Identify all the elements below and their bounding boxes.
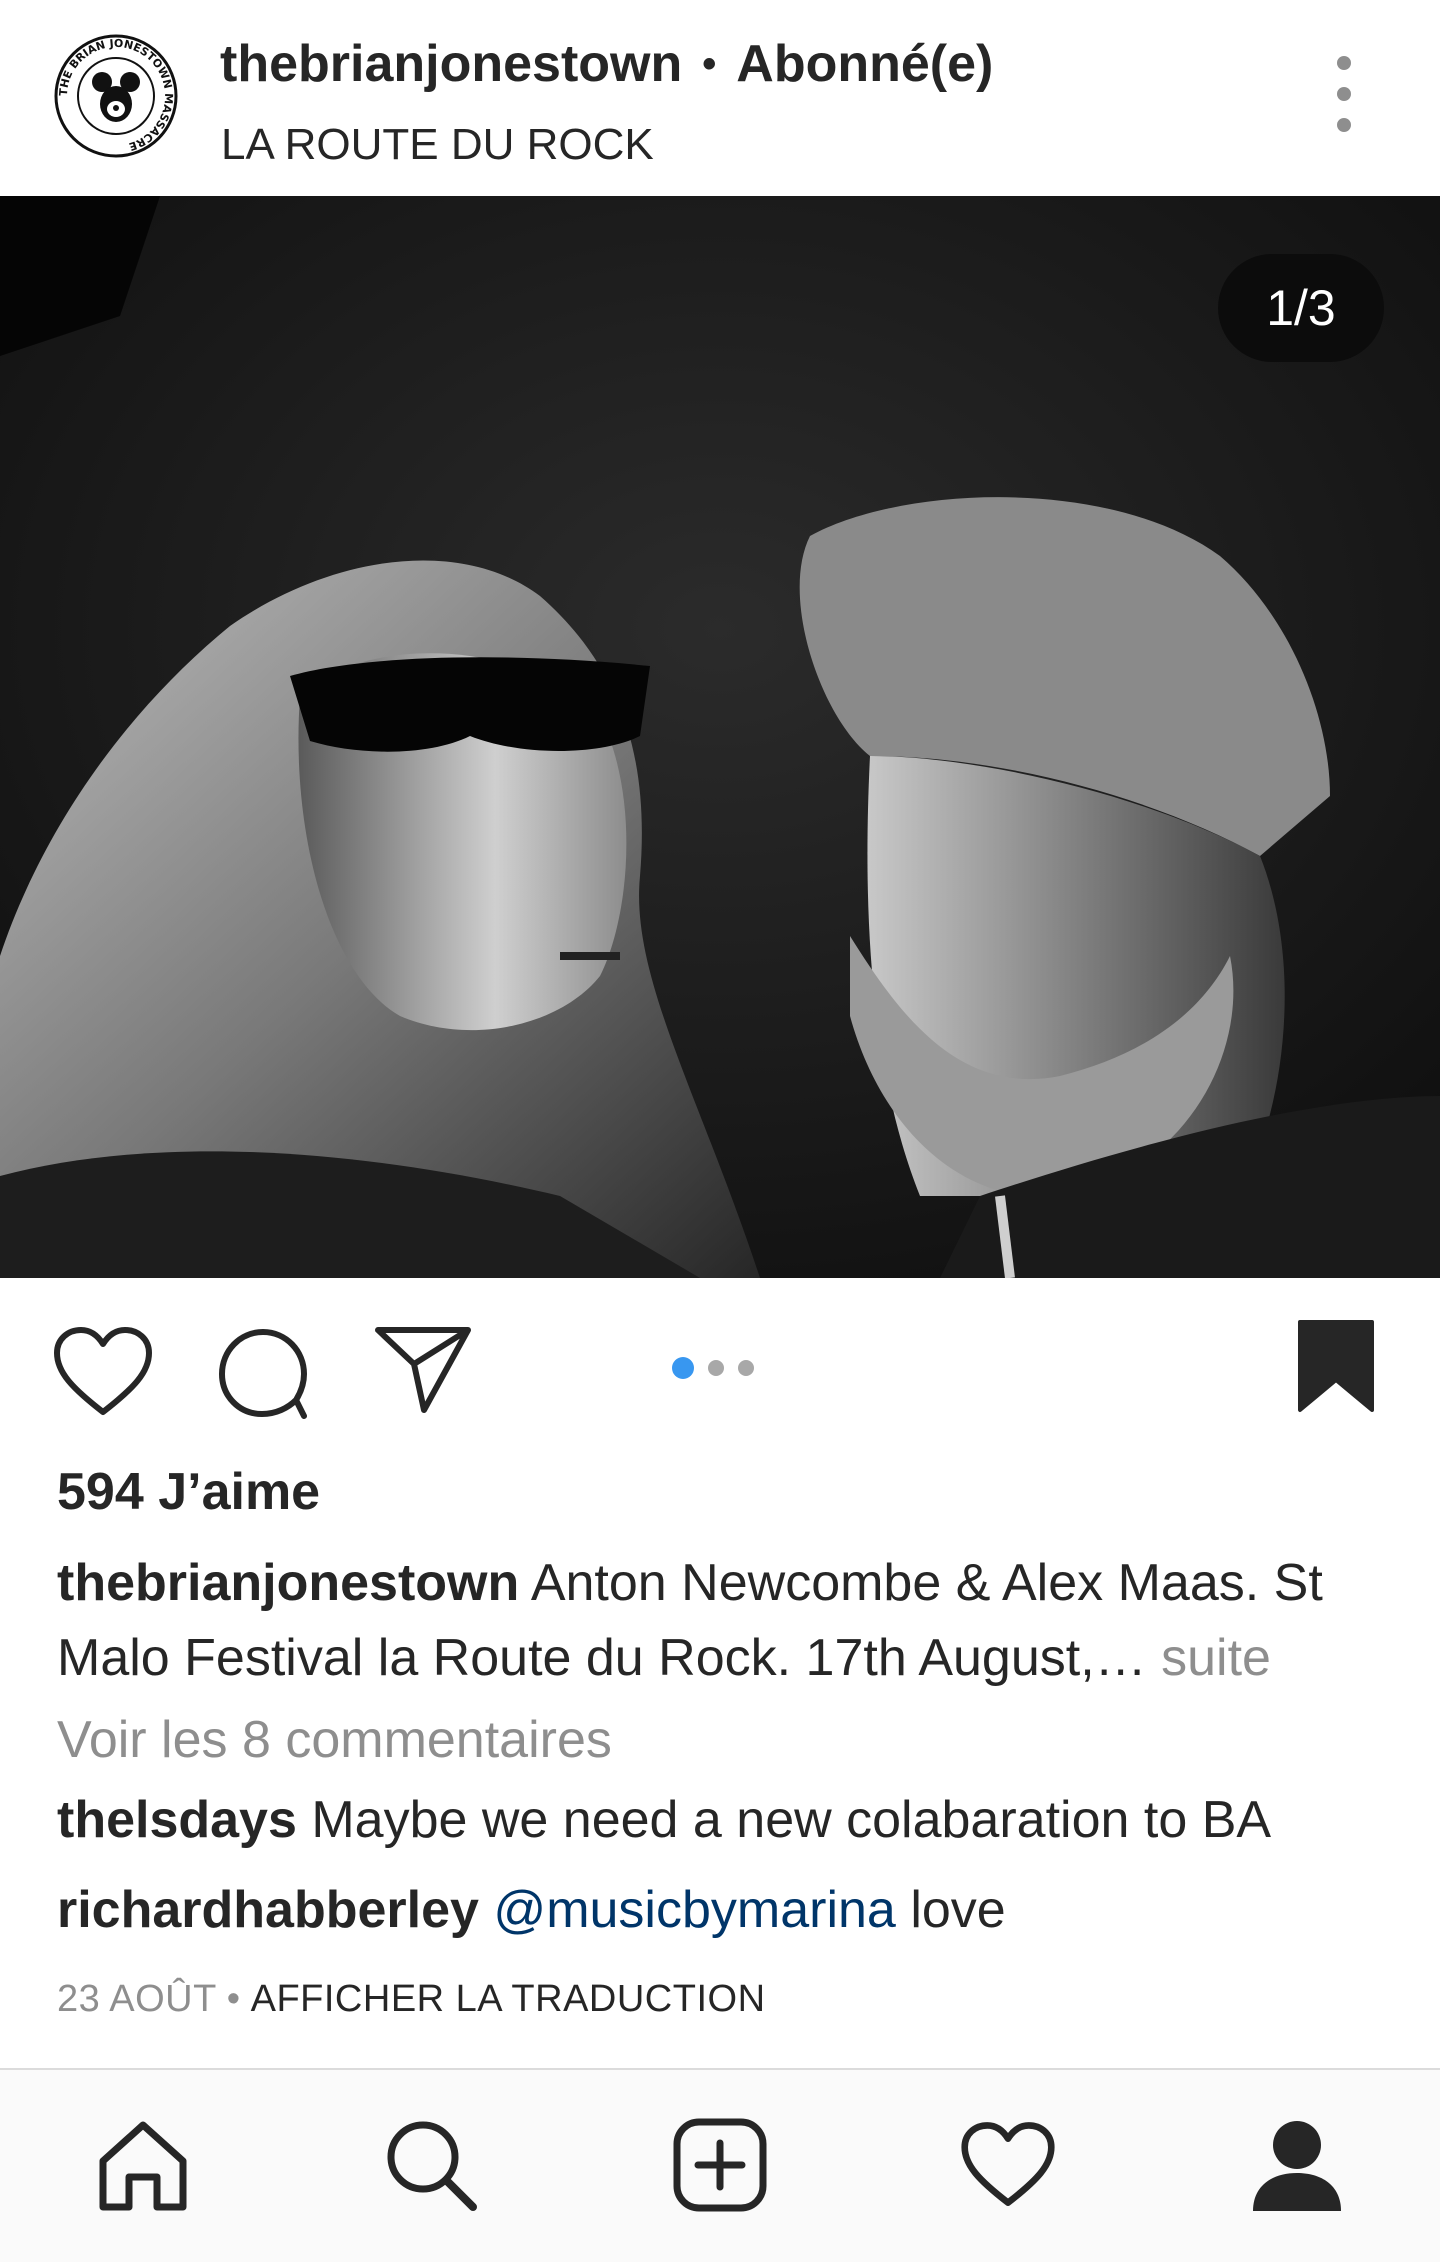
header-separator: • [702,41,717,86]
post-meta: 23 AOÛT • AFFICHER LA TRADUCTION [57,1978,766,2021]
search-icon [387,2121,477,2211]
post-photo[interactable] [0,196,1440,1278]
heart-icon[interactable] [52,1326,154,1418]
comment-text: love [910,1881,1006,1939]
post-header: THE BRIAN JONESTOWN MASSACRE thebrianjon… [0,0,1440,196]
nav-profile[interactable] [1242,2110,1352,2220]
profile-avatar[interactable]: THE BRIAN JONESTOWN MASSACRE [54,34,178,158]
post-caption: thebrianjonestown Anton Newcombe & Alex … [57,1546,1397,1696]
home-icon [99,2121,187,2211]
photo-image [0,196,1440,1278]
carousel-dot-active [672,1357,694,1379]
comment-item: richardhabberley @musicbymarina love [57,1880,1006,1940]
caption-more-link[interactable]: suite [1161,1629,1271,1687]
paper-plane-icon[interactable] [374,1324,472,1414]
carousel-dot [738,1360,754,1376]
nav-search[interactable] [376,2110,486,2220]
likes-count[interactable]: 594 J’aime [57,1462,320,1522]
comment-bubble-icon[interactable] [216,1326,312,1422]
nav-new-post[interactable] [665,2110,775,2220]
post-date: 23 AOÛT [57,1978,217,2020]
meta-separator: • [226,1978,241,2020]
carousel-counter: 1/3 [1218,254,1384,362]
nav-home[interactable] [88,2110,198,2220]
more-options-icon[interactable] [1318,56,1370,132]
translate-link[interactable]: AFFICHER LA TRADUCTION [251,1978,766,2020]
activity-heart-icon [961,2122,1055,2206]
bottom-nav [0,2068,1440,2262]
new-post-icon [673,2118,767,2212]
comment-text: Maybe we need a new colabaration to BA [311,1791,1272,1849]
band-logo-icon: THE BRIAN JONESTOWN MASSACRE [54,34,178,158]
caption-username[interactable]: thebrianjonestown [57,1554,519,1612]
carousel-indicator [672,1357,754,1379]
post-location[interactable]: LA ROUTE DU ROCK [221,120,654,170]
bookmark-filled-icon[interactable] [1296,1318,1376,1414]
comment-username[interactable]: richardhabberley [57,1881,479,1939]
comment-username[interactable]: thelsdays [57,1791,297,1849]
comment-mention[interactable]: @musicbymarina [493,1881,895,1939]
view-comments-link[interactable]: Voir les 8 commentaires [57,1710,612,1770]
carousel-dot [708,1360,724,1376]
profile-icon [1253,2121,1341,2211]
comment-item: thelsdays Maybe we need a new colabarati… [57,1790,1271,1850]
nav-activity[interactable] [953,2110,1063,2220]
header-title: thebrianjonestown • Abonné(e) [220,34,993,94]
header-username[interactable]: thebrianjonestown [220,34,682,94]
follow-status[interactable]: Abonné(e) [736,34,993,94]
